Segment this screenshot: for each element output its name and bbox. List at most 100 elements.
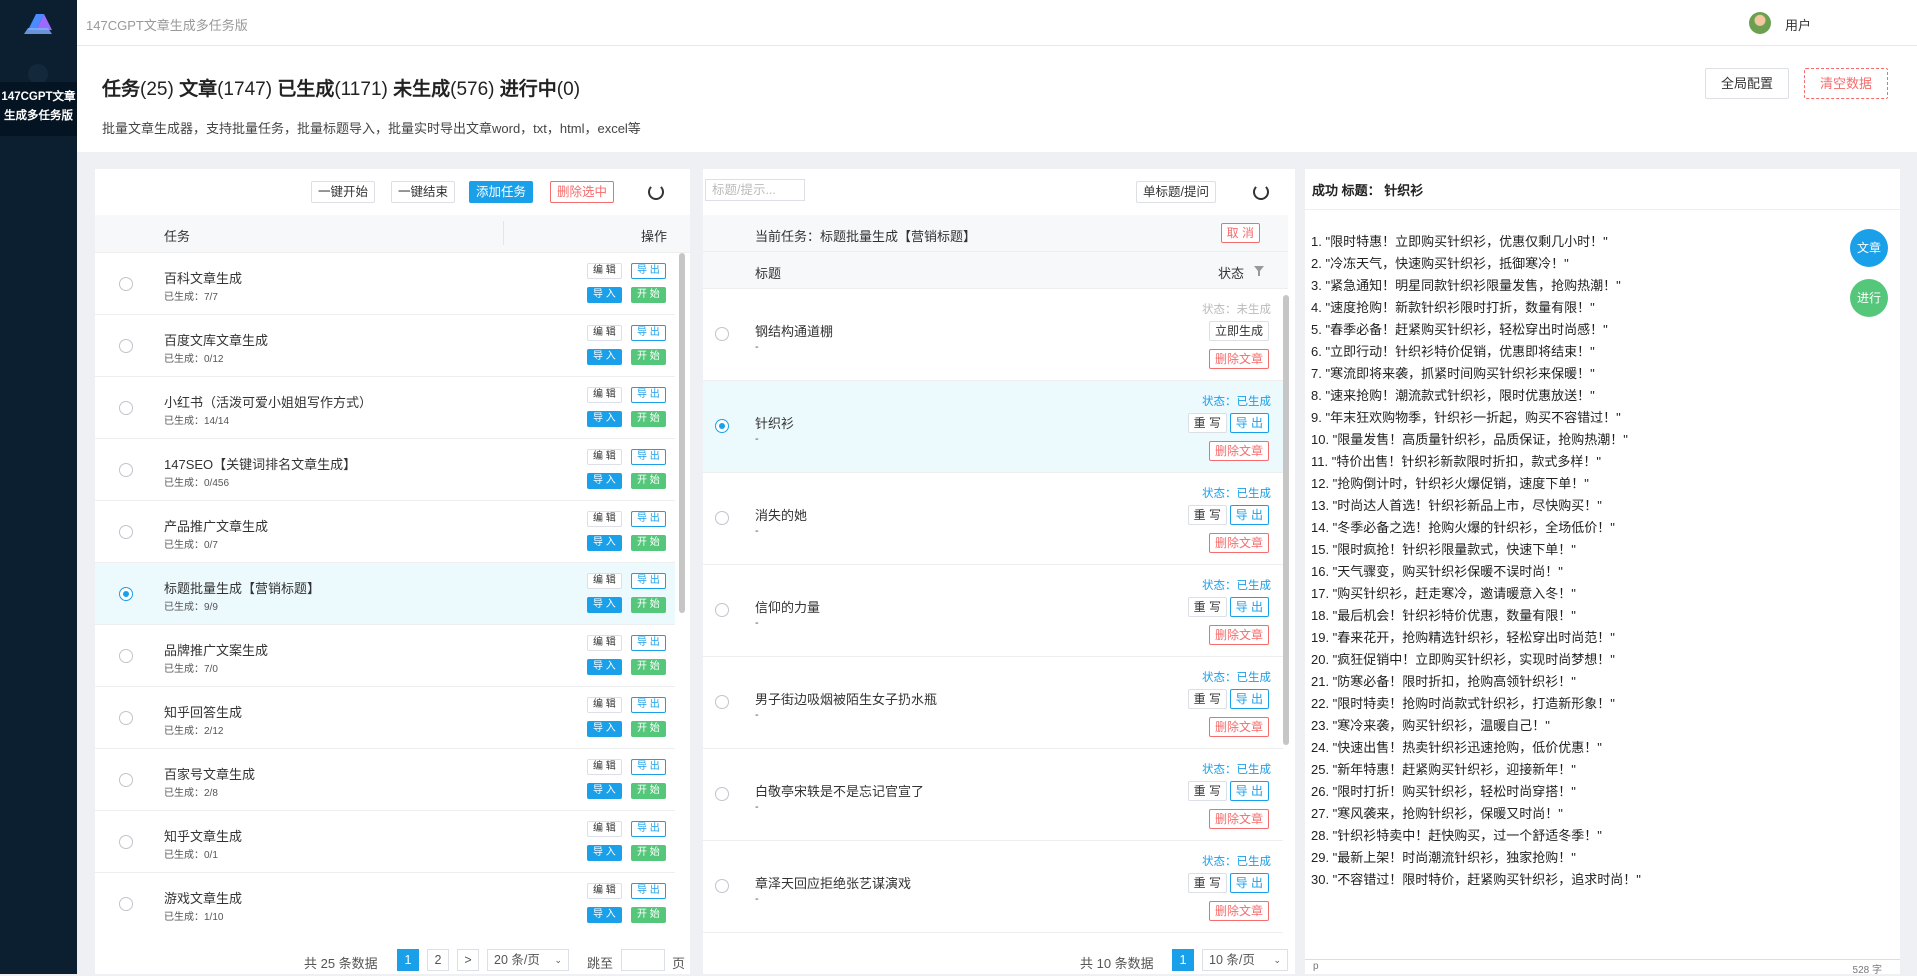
rewrite-button[interactable]: 重 写 (1187, 689, 1227, 709)
task-row[interactable]: 百科文章生成 已生成：7/7 编 辑导 出导 入开 始 (95, 253, 675, 315)
next-page-button[interactable]: > (457, 949, 479, 971)
article-list-scrollbar[interactable] (1283, 295, 1289, 745)
export-article-button[interactable]: 导 出 (1229, 413, 1269, 433)
rewrite-button[interactable]: 重 写 (1187, 873, 1227, 893)
task-row[interactable]: 百家号文章生成 已生成：2/8 编 辑导 出导 入开 始 (95, 749, 675, 811)
export-task-button[interactable]: 导 出 (631, 821, 666, 837)
article-row[interactable]: 信仰的力量 - 状态：已生成重 写导 出删除文章 (703, 565, 1283, 657)
rewrite-button[interactable]: 重 写 (1187, 505, 1227, 525)
start-all-button[interactable]: 一键开始 (311, 181, 376, 203)
article-row[interactable]: 针织衫 - 状态：已生成重 写导 出删除文章 (703, 381, 1283, 473)
export-task-button[interactable]: 导 出 (631, 387, 666, 403)
task-radio[interactable] (119, 277, 133, 291)
article-row[interactable]: 消失的她 - 状态：已生成重 写导 出删除文章 (703, 473, 1283, 565)
import-task-button[interactable]: 导 入 (587, 349, 622, 365)
start-task-button[interactable]: 开 始 (631, 535, 666, 551)
start-task-button[interactable]: 开 始 (631, 907, 666, 923)
refresh-icon[interactable] (648, 184, 664, 200)
export-task-button[interactable]: 导 出 (631, 511, 666, 527)
delete-article-button[interactable]: 删除文章 (1208, 625, 1269, 645)
progress-float-button[interactable]: 进行 (1850, 279, 1888, 317)
edit-task-button[interactable]: 编 辑 (587, 387, 622, 403)
task-row[interactable]: 知乎文章生成 已生成：0/1 编 辑导 出导 入开 始 (95, 811, 675, 873)
delete-article-button[interactable]: 删除文章 (1208, 717, 1269, 737)
task-radio[interactable] (119, 835, 133, 849)
edit-task-button[interactable]: 编 辑 (587, 635, 622, 651)
export-task-button[interactable]: 导 出 (631, 263, 666, 279)
export-article-button[interactable]: 导 出 (1229, 781, 1269, 801)
export-article-button[interactable]: 导 出 (1229, 505, 1269, 525)
article-row[interactable]: 白敬亭宋轶是不是忘记官宣了 - 状态：已生成重 写导 出删除文章 (703, 749, 1283, 841)
article-radio[interactable] (715, 695, 729, 709)
export-article-button[interactable]: 导 出 (1229, 689, 1269, 709)
export-task-button[interactable]: 导 出 (631, 449, 666, 465)
delete-article-button[interactable]: 删除文章 (1208, 901, 1269, 921)
cancel-button[interactable]: 取 消 (1220, 223, 1260, 243)
rewrite-button[interactable]: 重 写 (1187, 413, 1227, 433)
filter-icon[interactable] (1254, 266, 1264, 276)
rewrite-button[interactable]: 重 写 (1187, 597, 1227, 617)
delete-article-button[interactable]: 删除文章 (1208, 533, 1269, 553)
global-config-button[interactable]: 全局配置 (1705, 68, 1790, 99)
menu-icon[interactable] (28, 64, 48, 84)
export-task-button[interactable]: 导 出 (631, 697, 666, 713)
start-task-button[interactable]: 开 始 (631, 411, 666, 427)
article-radio[interactable] (715, 511, 729, 525)
start-task-button[interactable]: 开 始 (631, 659, 666, 675)
import-task-button[interactable]: 导 入 (587, 907, 622, 923)
single-title-button[interactable]: 单标题/提问 (1136, 181, 1216, 203)
export-task-button[interactable]: 导 出 (631, 325, 666, 341)
page-size-select[interactable]: 20 条/页 ⌄ (487, 949, 569, 971)
import-task-button[interactable]: 导 入 (587, 783, 622, 799)
task-row[interactable]: 147SEO【关键词排名文章生成】 已生成：0/456 编 辑导 出导 入开 始 (95, 439, 675, 501)
export-task-button[interactable]: 导 出 (631, 883, 666, 899)
edit-task-button[interactable]: 编 辑 (587, 325, 622, 341)
start-task-button[interactable]: 开 始 (631, 845, 666, 861)
edit-task-button[interactable]: 编 辑 (587, 511, 622, 527)
edit-task-button[interactable]: 编 辑 (587, 449, 622, 465)
task-radio[interactable] (119, 773, 133, 787)
page-2-button[interactable]: 2 (427, 949, 449, 971)
export-article-button[interactable]: 导 出 (1229, 873, 1269, 893)
article-radio[interactable] (715, 419, 729, 433)
article-radio[interactable] (715, 879, 729, 893)
start-task-button[interactable]: 开 始 (631, 721, 666, 737)
edit-task-button[interactable]: 编 辑 (587, 759, 622, 775)
task-row[interactable]: 知乎回答生成 已生成：2/12 编 辑导 出导 入开 始 (95, 687, 675, 749)
export-task-button[interactable]: 导 出 (631, 759, 666, 775)
user-avatar[interactable] (1749, 12, 1771, 34)
delete-article-button[interactable]: 删除文章 (1208, 349, 1269, 369)
task-radio[interactable] (119, 525, 133, 539)
start-task-button[interactable]: 开 始 (631, 287, 666, 303)
import-task-button[interactable]: 导 入 (587, 287, 622, 303)
export-article-button[interactable]: 导 出 (1229, 597, 1269, 617)
task-radio[interactable] (119, 463, 133, 477)
edit-task-button[interactable]: 编 辑 (587, 263, 622, 279)
rewrite-button[interactable]: 重 写 (1187, 781, 1227, 801)
page-1-button[interactable]: 1 (397, 949, 419, 971)
article-row[interactable]: 章泽天回应拒绝张艺谋演戏 - 状态：已生成重 写导 出删除文章 (703, 841, 1283, 933)
article-radio[interactable] (715, 603, 729, 617)
edit-task-button[interactable]: 编 辑 (587, 883, 622, 899)
export-task-button[interactable]: 导 出 (631, 573, 666, 589)
task-radio[interactable] (119, 401, 133, 415)
task-row[interactable]: 产品推广文章生成 已生成：0/7 编 辑导 出导 入开 始 (95, 501, 675, 563)
task-radio[interactable] (119, 587, 133, 601)
task-row[interactable]: 小红书（活泼可爱小姐姐写作方式） 已生成：14/14 编 辑导 出导 入开 始 (95, 377, 675, 439)
sidebar-item-active[interactable]: 147CGPT文章生成多任务版 (0, 82, 77, 136)
delete-article-button[interactable]: 删除文章 (1208, 809, 1269, 829)
import-task-button[interactable]: 导 入 (587, 597, 622, 613)
page-size-select[interactable]: 10 条/页 ⌄ (1202, 949, 1288, 971)
task-row[interactable]: 品牌推广文案生成 已生成：7/0 编 辑导 出导 入开 始 (95, 625, 675, 687)
article-row[interactable]: 钢结构通道棚 - 状态：未生成 立即生成 删除文章 (703, 289, 1283, 381)
search-input[interactable]: 标题/提示... (705, 179, 805, 201)
task-row[interactable]: 百度文库文章生成 已生成：0/12 编 辑导 出导 入开 始 (95, 315, 675, 377)
import-task-button[interactable]: 导 入 (587, 473, 622, 489)
task-radio[interactable] (119, 897, 133, 911)
edit-task-button[interactable]: 编 辑 (587, 697, 622, 713)
import-task-button[interactable]: 导 入 (587, 721, 622, 737)
stop-all-button[interactable]: 一键结束 (391, 181, 456, 203)
article-radio[interactable] (715, 327, 729, 341)
article-radio[interactable] (715, 787, 729, 801)
jump-page-input[interactable] (621, 949, 665, 971)
